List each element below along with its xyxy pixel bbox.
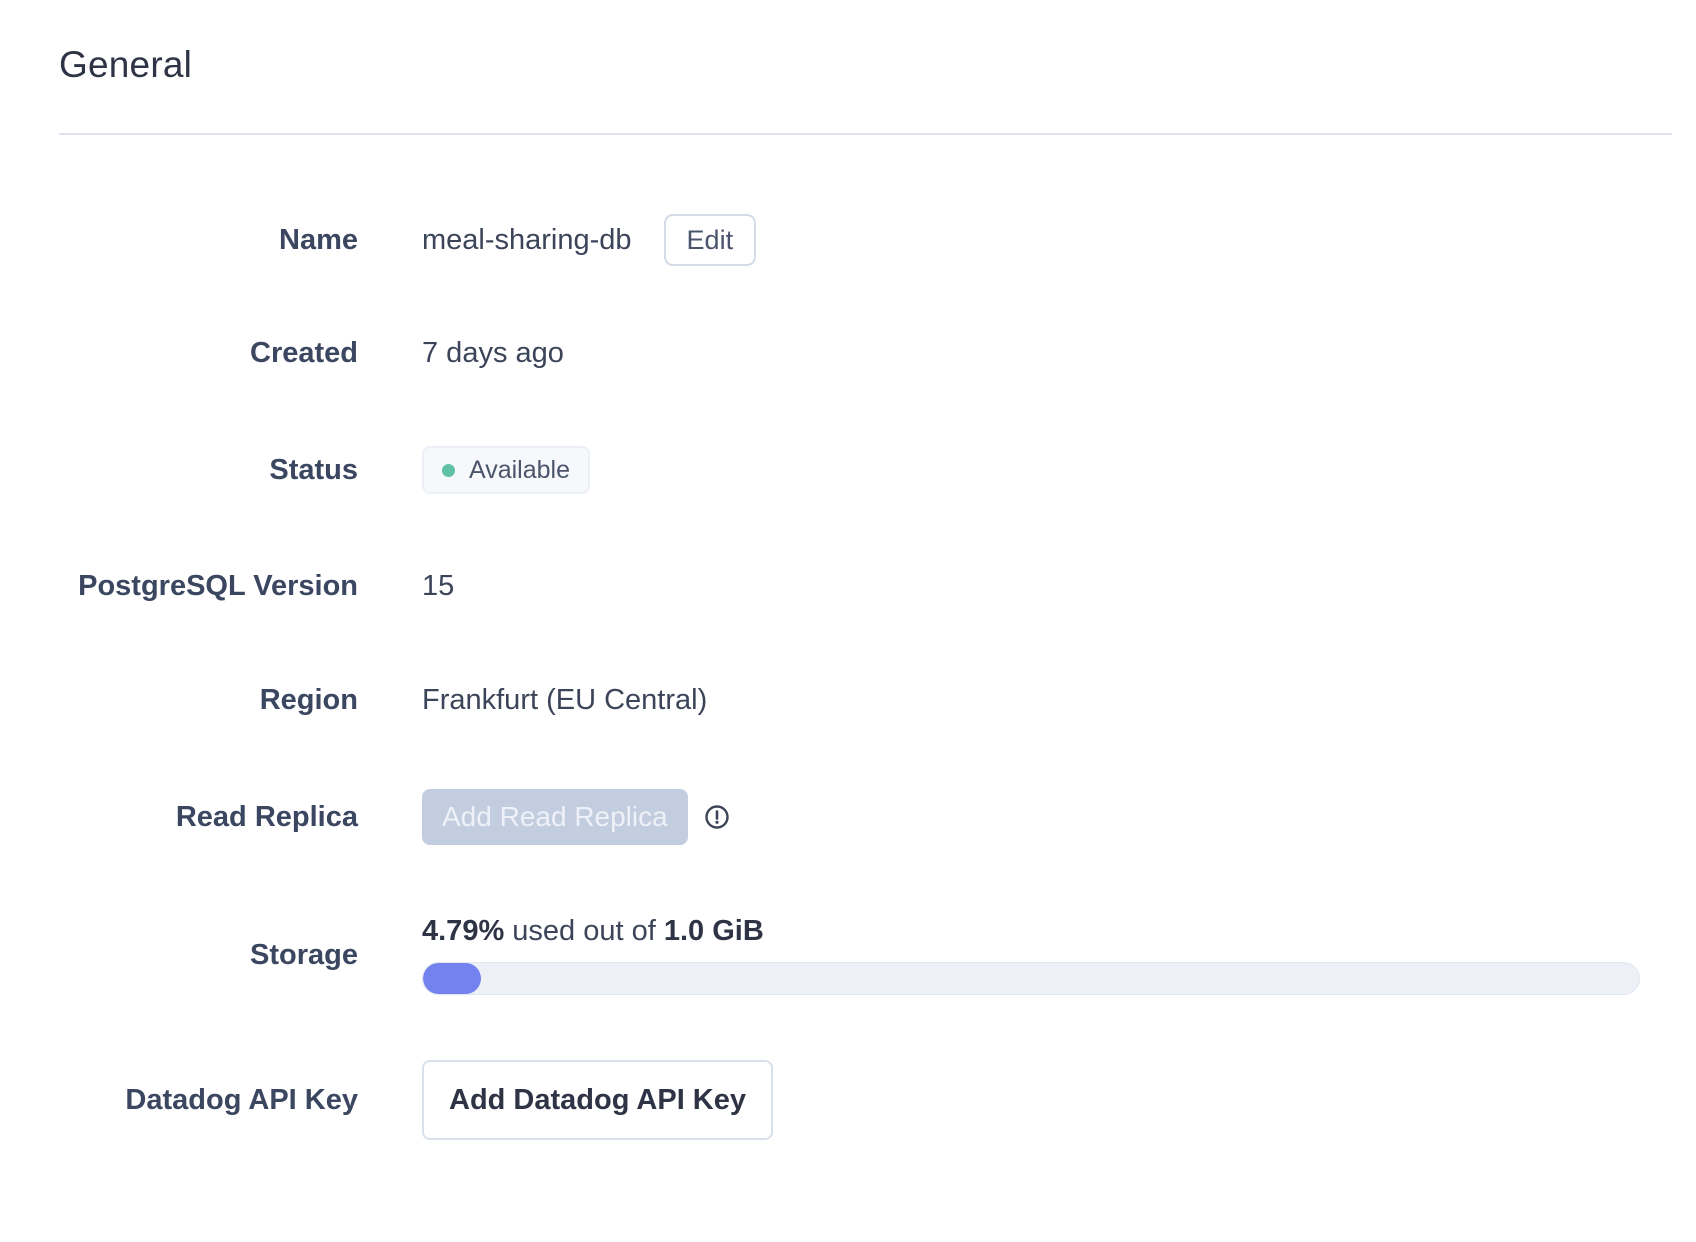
section-title: General	[59, 44, 193, 85]
version-row: PostgreSQL Version 15	[0, 556, 1696, 616]
region-row: Region Frankfurt (EU Central)	[0, 670, 1696, 730]
storage-progress-fill	[423, 963, 482, 994]
version-value: 15	[422, 569, 455, 602]
storage-used-percent: 4.79%	[422, 915, 505, 947]
storage-value-group: 4.79% used out of 1.0 GiB	[422, 915, 1640, 995]
storage-row: Storage 4.79% used out of 1.0 GiB	[0, 910, 1696, 1000]
created-value: 7 days ago	[422, 336, 564, 369]
status-row: Status Available	[0, 440, 1696, 500]
region-label: Region	[259, 683, 358, 716]
section-divider	[59, 133, 1672, 135]
created-row: Created 7 days ago	[0, 323, 1696, 383]
region-value: Frankfurt (EU Central)	[422, 683, 708, 716]
storage-progress-bar	[422, 962, 1640, 995]
version-value-group: 15	[422, 570, 454, 603]
version-label: PostgreSQL Version	[78, 569, 358, 602]
edit-name-button[interactable]: Edit	[663, 214, 757, 266]
name-value: meal-sharing-db	[422, 223, 632, 256]
info-icon[interactable]	[704, 804, 730, 830]
created-value-group: 7 days ago	[422, 337, 564, 370]
read-replica-label: Read Replica	[175, 800, 358, 833]
read-replica-value-group: Add Read Replica	[422, 789, 730, 845]
add-datadog-api-key-button[interactable]: Add Datadog API Key	[422, 1060, 774, 1140]
storage-total: 1.0 GiB	[663, 915, 764, 947]
created-label: Created	[250, 336, 358, 369]
name-label: Name	[279, 223, 358, 256]
name-value-group: meal-sharing-db Edit	[422, 214, 757, 266]
datadog-label: Datadog API Key	[125, 1083, 358, 1116]
status-badge: Available	[422, 446, 591, 494]
status-dot-icon	[442, 463, 455, 477]
storage-usage-text: 4.79% used out of 1.0 GiB	[422, 915, 1640, 948]
status-value-group: Available	[422, 446, 591, 494]
name-row: Name meal-sharing-db Edit	[0, 210, 1696, 270]
datadog-row: Datadog API Key Add Datadog API Key	[0, 1060, 1696, 1140]
region-value-group: Frankfurt (EU Central)	[422, 684, 707, 717]
datadog-value-group: Add Datadog API Key	[422, 1060, 774, 1140]
storage-middle-text: used out of	[504, 915, 664, 947]
read-replica-row: Read Replica Add Read Replica	[0, 787, 1696, 847]
add-read-replica-button[interactable]: Add Read Replica	[422, 789, 688, 845]
storage-label: Storage	[250, 938, 358, 971]
status-value: Available	[469, 455, 571, 484]
status-label: Status	[269, 453, 358, 486]
